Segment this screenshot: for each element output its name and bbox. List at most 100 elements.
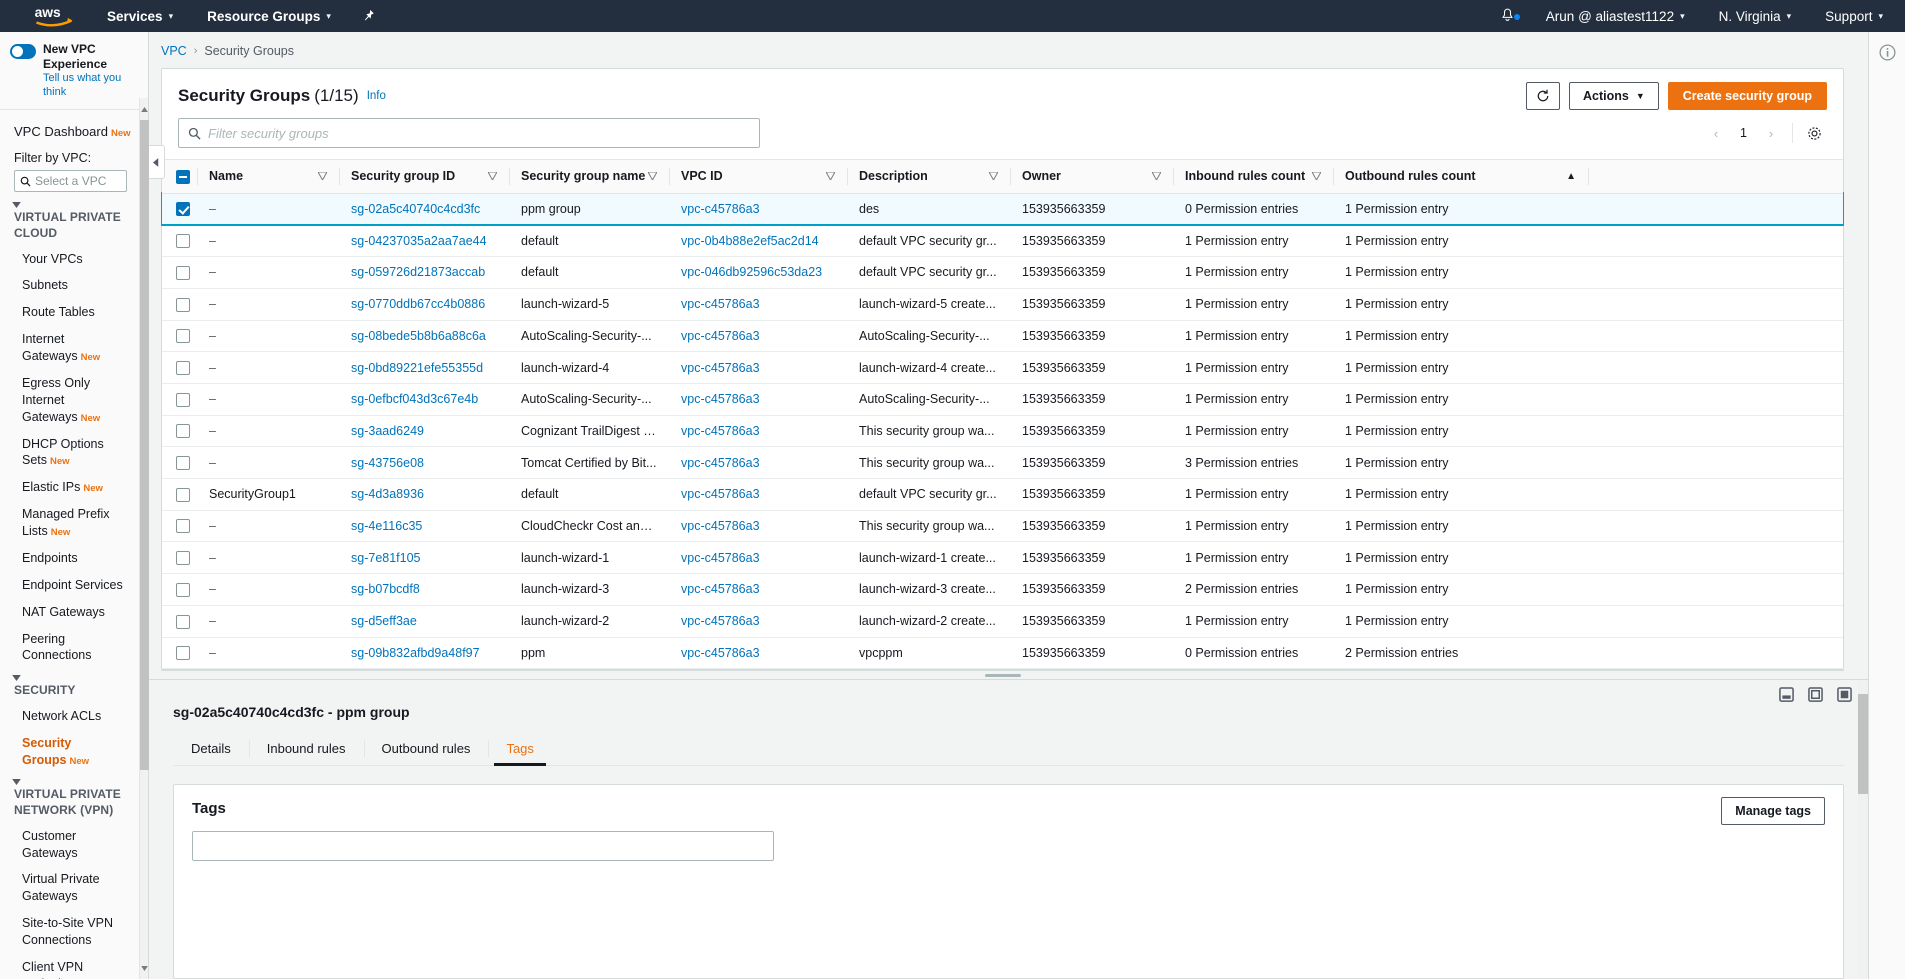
panel-position-bottom-icon[interactable]	[1779, 687, 1794, 705]
row-select-cell[interactable]	[162, 542, 197, 574]
sidebar-item-your-vpcs[interactable]: Your VPCs	[0, 246, 148, 273]
create-security-group-button[interactable]: Create security group	[1668, 82, 1827, 110]
row-vpc-id[interactable]: vpc-c45786a3	[669, 574, 847, 606]
row-select-cell[interactable]	[162, 225, 197, 257]
row-checkbox[interactable]	[176, 266, 190, 280]
sidebar-item-managed-prefix-lists[interactable]: Managed Prefix ListsNew	[0, 501, 148, 545]
sidebar-item-vpc-dashboard[interactable]: VPC DashboardNew	[0, 118, 148, 146]
row-security-group-id[interactable]: sg-0efbcf043d3c67e4b	[339, 383, 509, 415]
row-vpc-id[interactable]: vpc-c45786a3	[669, 415, 847, 447]
row-checkbox[interactable]	[176, 424, 190, 438]
nav-resource-groups[interactable]: Resource Groups ▾	[190, 0, 348, 32]
table-row[interactable]: –sg-02a5c40740c4cd3fcppm groupvpc-c45786…	[162, 193, 1843, 225]
table-row[interactable]: –sg-d5eff3aelaunch-wizard-2vpc-c45786a3l…	[162, 605, 1843, 637]
sidebar-scrollbar[interactable]	[139, 98, 148, 979]
row-checkbox[interactable]	[176, 393, 190, 407]
sidebar-item-client-vpn-endpoints[interactable]: Client VPN Endpoints	[0, 954, 148, 979]
row-checkbox[interactable]	[176, 519, 190, 533]
row-security-group-id[interactable]: sg-4e116c35	[339, 510, 509, 542]
sidebar-item-dhcp-options-sets[interactable]: DHCP Options SetsNew	[0, 431, 148, 475]
group-collapse-icon[interactable]	[0, 196, 148, 208]
row-vpc-id[interactable]: vpc-c45786a3	[669, 510, 847, 542]
sidebar-item-egress-only-internet-gateways[interactable]: Egress Only Internet GatewaysNew	[0, 370, 148, 431]
row-select-cell[interactable]	[162, 193, 197, 225]
row-checkbox[interactable]	[176, 202, 190, 216]
table-row[interactable]: –sg-09b832afbd9a48f97ppmvpc-c45786a3vpcp…	[162, 637, 1843, 669]
row-select-cell[interactable]	[162, 447, 197, 479]
tab-tags[interactable]: Tags	[488, 732, 551, 765]
column-sort-icon[interactable]	[1312, 169, 1321, 183]
row-vpc-id[interactable]: vpc-c45786a3	[669, 479, 847, 511]
column-sort-icon[interactable]	[989, 169, 998, 183]
table-row[interactable]: –sg-4e116c35CloudCheckr Cost and ...vpc-…	[162, 510, 1843, 542]
row-security-group-id[interactable]: sg-3aad6249	[339, 415, 509, 447]
row-checkbox[interactable]	[176, 551, 190, 565]
group-collapse-icon[interactable]	[0, 669, 148, 681]
panel-position-full-icon[interactable]	[1837, 687, 1852, 705]
table-row[interactable]: –sg-3aad6249Cognizant TrailDigest (...vp…	[162, 415, 1843, 447]
sidebar-item-subnets[interactable]: Subnets	[0, 272, 148, 299]
new-vpc-feedback-link[interactable]: Tell us what you think	[43, 72, 138, 100]
row-security-group-id[interactable]: sg-d5eff3ae	[339, 605, 509, 637]
row-checkbox[interactable]	[176, 329, 190, 343]
pin-icon[interactable]	[348, 9, 389, 23]
column-sort-icon[interactable]	[488, 169, 497, 183]
breadcrumb-vpc[interactable]: VPC	[161, 44, 187, 58]
row-checkbox[interactable]	[176, 583, 190, 597]
table-row[interactable]: –sg-059726d21873accabdefaultvpc-046db925…	[162, 257, 1843, 289]
sidebar-item-network-acls[interactable]: Network ACLs	[0, 703, 148, 730]
row-checkbox[interactable]	[176, 646, 190, 660]
row-vpc-id[interactable]: vpc-c45786a3	[669, 447, 847, 479]
row-security-group-id[interactable]: sg-b07bcdf8	[339, 574, 509, 606]
row-select-cell[interactable]	[162, 288, 197, 320]
row-security-group-id[interactable]: sg-09b832afbd9a48f97	[339, 637, 509, 669]
column-header-outbound-rules-count[interactable]: Outbound rules count	[1333, 160, 1588, 194]
sidebar-item-site-to-site-vpn-connections[interactable]: Site-to-Site VPN Connections	[0, 910, 148, 954]
column-sort-icon[interactable]	[648, 169, 657, 183]
row-vpc-id[interactable]: vpc-c45786a3	[669, 637, 847, 669]
row-vpc-id[interactable]: vpc-c45786a3	[669, 542, 847, 574]
table-row[interactable]: –sg-0efbcf043d3c67e4bAutoScaling-Securit…	[162, 383, 1843, 415]
notifications-bell-icon[interactable]	[1486, 8, 1529, 24]
nav-support-menu[interactable]: Support ▾	[1808, 0, 1905, 32]
row-select-cell[interactable]	[162, 257, 197, 289]
tags-search-input[interactable]	[192, 831, 774, 861]
column-header-description[interactable]: Description	[847, 160, 1010, 194]
column-sort-icon[interactable]	[318, 169, 327, 183]
next-page-button[interactable]: ›	[1758, 120, 1784, 146]
nav-region-menu[interactable]: N. Virginia ▾	[1702, 0, 1809, 32]
table-row[interactable]: –sg-04237035a2aa7ae44defaultvpc-0b4b88e2…	[162, 225, 1843, 257]
sidebar-item-elastic-ips[interactable]: Elastic IPsNew	[0, 474, 148, 501]
row-vpc-id[interactable]: vpc-046db92596c53da23	[669, 257, 847, 289]
sidebar-item-virtual-private-gateways[interactable]: Virtual Private Gateways	[0, 866, 148, 910]
page-number[interactable]: 1	[1731, 126, 1756, 140]
select-all-checkbox[interactable]	[176, 170, 190, 184]
column-header-security-group-name[interactable]: Security group name	[509, 160, 669, 194]
column-sort-icon[interactable]	[1152, 169, 1161, 183]
row-security-group-id[interactable]: sg-0bd89221efe55355d	[339, 352, 509, 384]
search-input[interactable]	[208, 126, 750, 141]
row-select-cell[interactable]	[162, 415, 197, 447]
row-select-cell[interactable]	[162, 352, 197, 384]
nav-account-menu[interactable]: Arun @ aliastest1122 ▾	[1529, 0, 1702, 32]
vpc-select-input[interactable]: Select a VPC	[14, 170, 127, 192]
row-vpc-id[interactable]: vpc-c45786a3	[669, 320, 847, 352]
column-header-name[interactable]: Name	[197, 160, 339, 194]
tab-inbound-rules[interactable]: Inbound rules	[249, 732, 364, 765]
table-row[interactable]: –sg-7e81f105launch-wizard-1vpc-c45786a3l…	[162, 542, 1843, 574]
sidebar-item-internet-gateways[interactable]: Internet GatewaysNew	[0, 326, 148, 370]
sidebar-item-endpoint-services[interactable]: Endpoint Services	[0, 572, 148, 599]
row-vpc-id[interactable]: vpc-c45786a3	[669, 605, 847, 637]
table-row[interactable]: –sg-0bd89221efe55355dlaunch-wizard-4vpc-…	[162, 352, 1843, 384]
previous-page-button[interactable]: ‹	[1703, 120, 1729, 146]
sidebar-item-endpoints[interactable]: Endpoints	[0, 545, 148, 572]
row-select-cell[interactable]	[162, 510, 197, 542]
manage-tags-button[interactable]: Manage tags	[1721, 797, 1825, 825]
row-security-group-id[interactable]: sg-4d3a8936	[339, 479, 509, 511]
search-box[interactable]	[178, 118, 760, 148]
row-checkbox[interactable]	[176, 298, 190, 312]
table-row[interactable]: SecurityGroup1sg-4d3a8936defaultvpc-c457…	[162, 479, 1843, 511]
row-select-cell[interactable]	[162, 605, 197, 637]
row-checkbox[interactable]	[176, 234, 190, 248]
sidebar-item-route-tables[interactable]: Route Tables	[0, 299, 148, 326]
